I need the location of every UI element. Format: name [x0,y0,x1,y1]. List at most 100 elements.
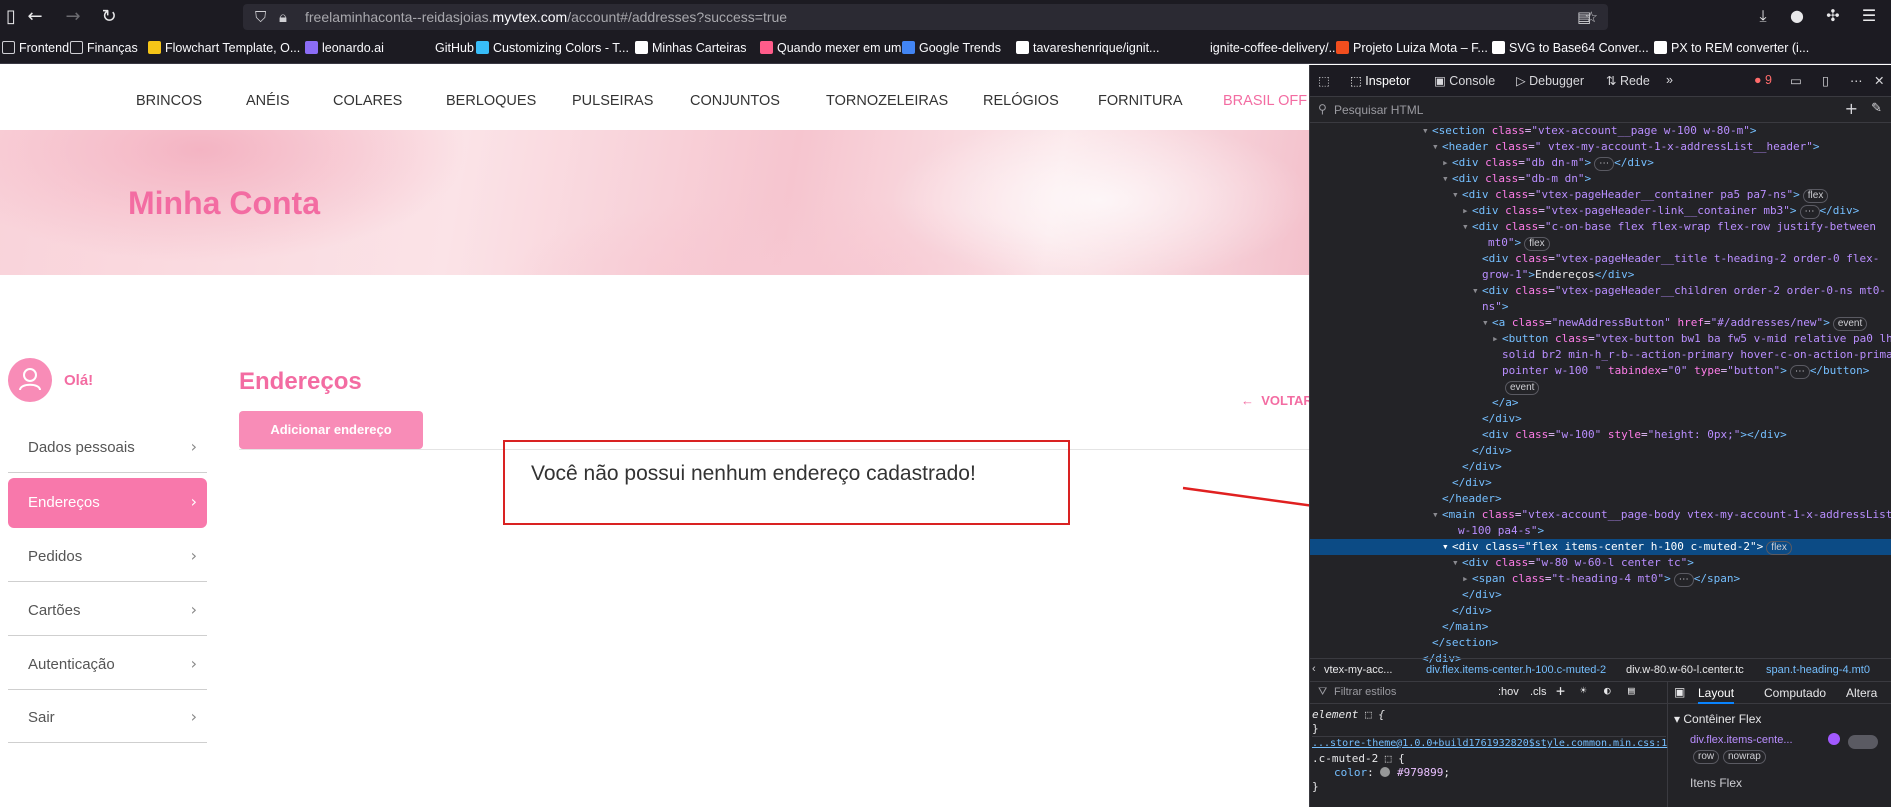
bookmark-item[interactable]: Finanças [70,41,138,55]
error-count[interactable]: ● 9 [1754,73,1772,87]
nav-item-7[interactable]: RELÓGIOS [983,93,1059,109]
nav-item-4[interactable]: PULSEIRAS [572,93,653,109]
dom-node[interactable]: ▾ <a class="newAddressButton" href="#/add… [1310,315,1868,331]
add-rule-icon[interactable]: + [1556,682,1565,700]
dom-node[interactable]: </div> [1310,443,1512,459]
responsive-icon[interactable]: ▯ [1822,73,1829,88]
bookmark-item[interactable]: Google Trends [902,41,1001,55]
bookmark-item[interactable]: GitHub [418,41,474,55]
back-button[interactable]: ← [24,6,46,28]
extensions-icon[interactable]: ✣ [1822,6,1844,25]
highlight-color-icon[interactable] [1828,733,1840,745]
add-node-icon[interactable]: + [1845,99,1858,118]
sidebar-item[interactable]: Dados pessoais › [8,423,207,473]
dom-node[interactable]: ▾ <section class="vtex-account__page w-10… [1310,123,1757,139]
nav-item-8[interactable]: FORNITURA [1098,93,1183,109]
nav-item-3[interactable]: BERLOQUES [446,93,536,109]
nav-item-1[interactable]: ANÉIS [246,93,290,109]
cls-toggle[interactable]: .cls [1530,686,1547,698]
html-search[interactable]: ⚲ Pesquisar HTML + ✎ [1310,97,1891,123]
account-icon[interactable]: ● [1786,6,1808,25]
tab-changes[interactable]: Altera [1846,686,1877,700]
sidebar-item[interactable]: Sair › [8,693,207,743]
dom-node[interactable]: </main> [1310,619,1488,635]
dom-node[interactable]: </section> [1310,635,1498,651]
sidebar-item[interactable]: Pedidos › [8,532,207,582]
element-picker-icon[interactable]: ⬚ [1318,73,1330,88]
rule-source-link[interactable]: ...store-theme@1.0.0+build1761932820$sty… [1312,738,1667,749]
rule-selector[interactable]: .c-muted-2 ⬚ { [1312,752,1405,765]
bookmark-item[interactable]: leonardo.ai [305,41,384,55]
tab-inspector[interactable]: ⬚ Inspetor [1350,73,1410,88]
dom-node[interactable]: ▾ <div class="vtex-pageHeader__children o… [1310,283,1886,299]
breadcrumb-item[interactable]: vtex-my-acc... [1324,664,1392,676]
dom-node[interactable]: ▾ <div class="db-m dn"> [1310,171,1591,187]
dom-node[interactable]: </div> [1310,411,1522,427]
dom-node[interactable]: ▾ <div class="c-on-base flex flex-wrap fl… [1310,219,1876,235]
forward-button[interactable]: → [62,6,84,28]
dom-node[interactable]: <div class="w-100" style="height: 0px;">… [1310,427,1787,443]
bookmark-star-icon[interactable]: ☆ [1585,8,1598,26]
dom-node[interactable]: </div> [1310,603,1492,619]
close-devtools-icon[interactable]: ✕ [1874,73,1884,88]
dom-node[interactable]: solid br2 min-h_r-b--action-primary hove… [1310,347,1891,363]
reload-button[interactable]: ↻ [98,6,120,28]
bookmark-item[interactable]: Flowchart Template, O... [148,41,300,55]
breadcrumb-item[interactable]: div.flex.items-center.h-100.c-muted-2 [1426,664,1606,676]
color-swatch-icon[interactable] [1380,767,1391,777]
dom-node[interactable]: ns"> [1310,299,1509,315]
bookmark-item[interactable]: Frontend [2,41,69,55]
dom-node[interactable]: ▸ <div class="db dn-m"> ⋯ </div> [1310,155,1654,171]
menu-icon[interactable]: ☰ [1858,6,1880,25]
back-link[interactable]: ← VOLTAR [1241,393,1309,408]
dom-node[interactable]: ▾ <header class=" vtex-my-account-1-x-add… [1310,139,1820,155]
tab-network[interactable]: ⇅ Rede [1606,73,1650,88]
dom-node[interactable]: ▾ <div class="w-80 w-60-l center tc"> [1310,555,1694,571]
dom-node[interactable]: </div> [1310,459,1502,475]
downloads-icon[interactable]: ⤓ [1752,6,1774,26]
hover-toggle[interactable]: :hov [1498,686,1519,698]
tab-debugger[interactable]: ▷ Debugger [1516,73,1584,88]
crumb-scroll-left-icon[interactable]: ‹ [1312,663,1316,675]
add-address-button[interactable]: Adicionar endereço [239,411,423,449]
flex-container-header[interactable]: ▾ Contêiner Flex [1674,712,1761,726]
bookmark-item[interactable]: Quando mexer em um... [760,41,912,55]
eyedropper-icon[interactable]: ✎ [1871,101,1882,116]
dom-node[interactable]: </div> [1310,587,1502,603]
dom-node[interactable]: ▸ <div class="vtex-pageHeader-link__conta… [1310,203,1859,219]
rule-declaration[interactable]: color: #979899; [1334,766,1450,779]
dom-node[interactable]: ▾ <div class="vtex-pageHeader__container … [1310,187,1829,203]
bookmark-item[interactable]: tavareshenrique/ignit... [1016,41,1159,55]
nav-item-6[interactable]: TORNOZELEIRAS [826,93,948,109]
sidebar-toggle-icon[interactable]: ▣ [1674,685,1685,699]
dom-node[interactable]: <div class="vtex-pageHeader__title t-hea… [1310,251,1879,267]
shield-icon[interactable]: ⛉ [255,8,266,26]
bookmark-item[interactable]: Projeto Luiza Mota – F... [1336,41,1488,55]
dom-node[interactable]: grow-1">Endereços</div> [1310,267,1634,283]
sidebar-toggle-icon[interactable]: ▯ [0,6,22,28]
dock-icon[interactable]: ▭ [1790,73,1802,88]
sidebar-item[interactable]: Endereços › [8,478,207,528]
dom-node[interactable]: </header> [1310,491,1502,507]
bookmark-item[interactable]: ignite-coffee-delivery/... [1193,41,1339,55]
highlight-toggle[interactable] [1848,735,1878,749]
dom-node[interactable]: w-100 pa4-s"> [1310,523,1544,539]
dom-node[interactable]: mt0"> flex [1310,235,1550,251]
dom-node[interactable]: </a> [1310,395,1519,411]
nav-item-9[interactable]: BRASIL OFF [1223,93,1307,109]
url-text[interactable]: freelaminhaconta--reidasjoias.myvtex.com… [305,9,787,25]
bookmark-item[interactable]: Minhas Carteiras [635,41,746,55]
dom-node[interactable]: pointer w-100 " tabindex="0" type="butto… [1310,363,1869,379]
breadcrumb-item[interactable]: span.t-heading-4.mt0 [1766,664,1870,676]
more-tabs-icon[interactable]: » [1666,73,1673,87]
nav-item-0[interactable]: BRINCOS [136,93,202,109]
bookmark-item[interactable]: Customizing Colors - T... [476,41,629,55]
lock-icon[interactable]: 🔒︎ [279,8,287,26]
dom-node[interactable]: ▸ <span class="t-heading-4 mt0"> ⋯ </span> [1310,571,1740,587]
sidebar-item[interactable]: Autenticação › [8,640,207,690]
rule-element[interactable]: element ⬚ { [1312,708,1385,721]
tab-console[interactable]: ▣ Console [1434,73,1495,88]
nav-item-5[interactable]: CONJUNTOS [690,93,780,109]
dom-node[interactable]: </div> [1310,475,1492,491]
url-bar[interactable]: ⛉ 🔒︎ freelaminhaconta--reidasjoias.myvte… [243,4,1608,30]
